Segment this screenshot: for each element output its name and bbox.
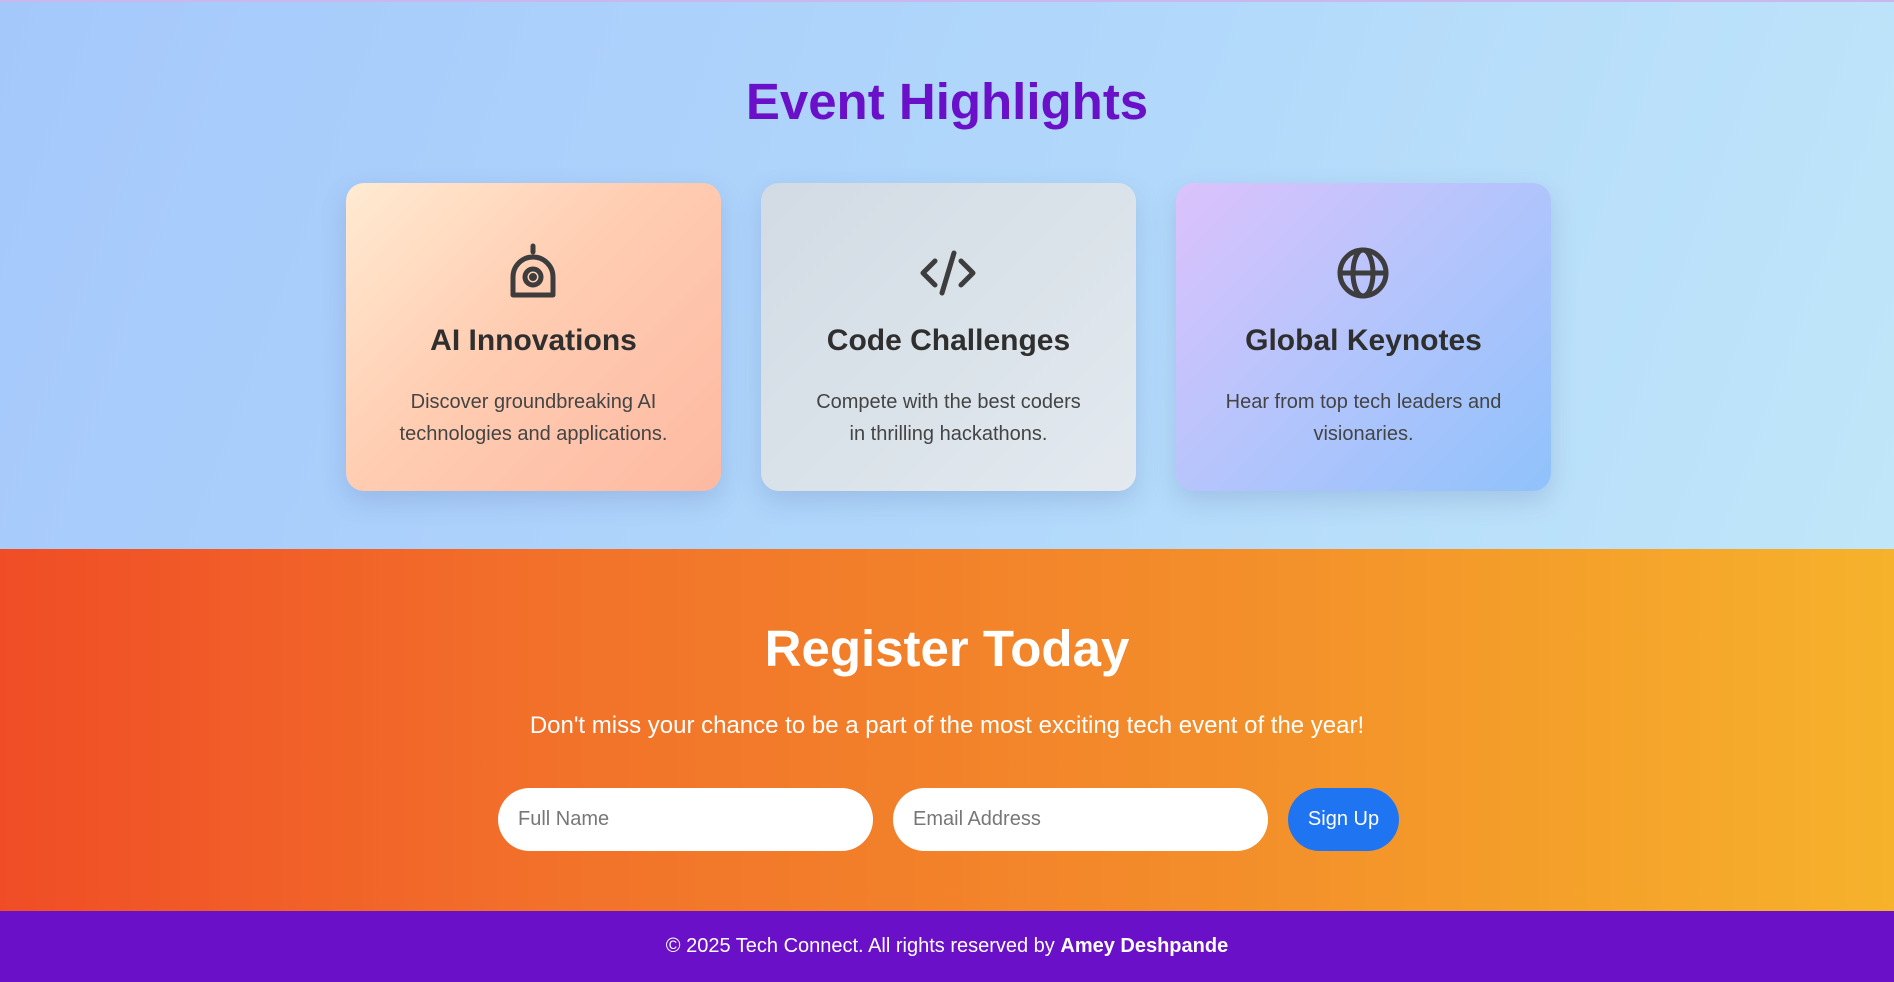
card-title: AI Innovations <box>430 324 637 357</box>
highlight-card-code: Code Challenges Compete with the best co… <box>761 183 1136 491</box>
code-icon <box>918 243 978 303</box>
highlight-card-keynotes: Global Keynotes Hear from top tech leade… <box>1176 183 1551 491</box>
card-description: Hear from top tech leaders and visionari… <box>1225 391 1502 445</box>
card-title: Code Challenges <box>826 324 1071 357</box>
footer-copyright: © 2025 Tech Connect. All rights reserved… <box>665 935 1061 957</box>
globe-icon <box>1333 243 1393 303</box>
highlights-title: Event Highlights <box>745 73 1149 130</box>
full-name-input[interactable] <box>498 788 873 851</box>
highlights-section: Event Highlights AI Innovations Discover… <box>0 0 1894 549</box>
email-input[interactable] <box>893 788 1268 851</box>
footer: © 2025 Tech Connect. All rights reserved… <box>0 911 1894 982</box>
card-title: Global Keynotes <box>1245 324 1482 357</box>
register-section: Register Today Don't miss your chance to… <box>0 549 1894 911</box>
register-title: Register Today <box>764 620 1130 677</box>
robot-icon <box>503 243 563 303</box>
sign-up-button[interactable]: Sign Up <box>1288 788 1399 851</box>
card-description: Discover groundbreaking AI technologies … <box>399 391 668 445</box>
card-description: Compete with the best coders in thrillin… <box>816 391 1081 445</box>
footer-author: Amey Deshpande <box>1060 935 1229 957</box>
highlight-card-ai: AI Innovations Discover groundbreaking A… <box>346 183 721 491</box>
register-subtitle: Don't miss your chance to be a part of t… <box>529 712 1365 739</box>
